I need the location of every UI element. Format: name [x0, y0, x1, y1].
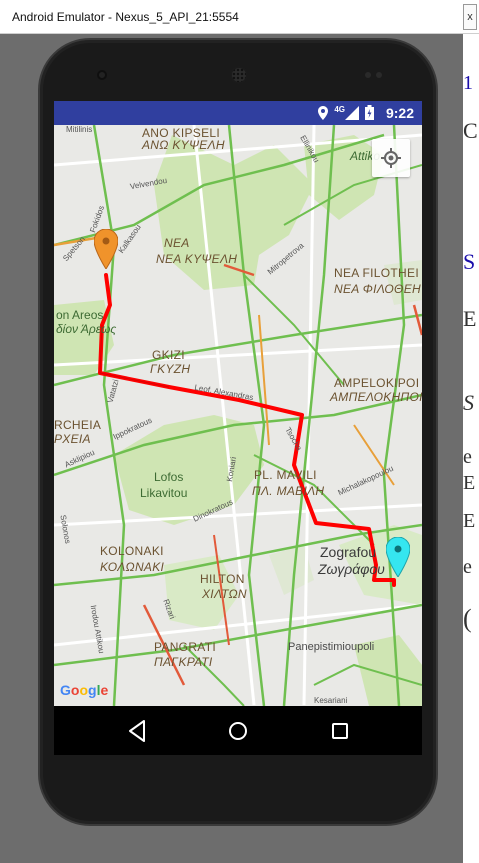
map-label: PANGRATI — [154, 640, 216, 654]
emulator-title-bar: Android Emulator - Nexus_5_API_21:5554 x — [0, 0, 479, 34]
strip-char: C — [463, 118, 478, 143]
map-label: Likavitou — [140, 486, 188, 500]
map-label: ΑΝΩ ΚΥΨΕΛΗ — [142, 138, 225, 152]
clock: 9:22 — [385, 105, 414, 121]
map-label: Kesariani — [314, 696, 348, 705]
map-label: Panepistimioupoli — [288, 641, 375, 653]
strip-char: E — [463, 306, 477, 331]
map-label: Mitilinis — [66, 125, 93, 134]
map-label: GKIZI — [152, 348, 185, 362]
map-label: ΠΑΓΚΡΑΤΙ — [154, 655, 213, 669]
google-logo[interactable]: Google — [60, 682, 108, 698]
window-title: Android Emulator - Nexus_5_API_21:5554 — [12, 10, 239, 24]
map-label: PL. MAVILI — [254, 468, 317, 482]
map-view[interactable]: Mitilinis ANO KIPSELI ΑΝΩ ΚΥΨΕΛΗ Velvend… — [54, 125, 422, 706]
signal-icon — [345, 105, 359, 120]
map-label: δίον Άρεως — [56, 322, 117, 336]
home-button[interactable] — [225, 718, 251, 744]
device-screen[interactable]: 4G 9:22 Mitilinis ANO KIPSELI ΑΝΩ ΚΥΨΕΛΗ… — [54, 101, 422, 755]
back-button[interactable] — [124, 718, 150, 744]
map-label: HILTON — [200, 572, 245, 586]
strip-char: e — [463, 556, 472, 578]
status-icons: 4G — [318, 105, 374, 120]
map-label: Zografou — [320, 544, 377, 560]
location-icon — [318, 105, 329, 120]
map-label: Lofos — [154, 470, 184, 484]
map-label: ΚΟΛΩΝΑΚΙ — [100, 560, 165, 574]
strip-char: E — [463, 472, 476, 494]
recents-button[interactable] — [327, 718, 353, 744]
navigation-bar — [54, 706, 422, 755]
map-label: ΠΛ. ΜΑΒΙΛΗ — [252, 484, 325, 498]
map-canvas — [54, 125, 422, 706]
background-window-strip: 1 C S E S e E E e ( — [463, 34, 479, 863]
my-location-button[interactable] — [372, 139, 410, 177]
network-type: 4G — [334, 105, 345, 114]
park-area-nea-kipseli — [154, 135, 314, 290]
strip-char: S — [463, 390, 474, 415]
map-label: RCHEIA — [54, 418, 102, 432]
map-label: ΓΚΥΖΗ — [150, 362, 191, 376]
proximity-sensor — [365, 72, 371, 78]
strip-char: ( — [463, 604, 472, 633]
strip-char: 1 — [463, 72, 473, 94]
close-button[interactable]: x — [463, 4, 477, 30]
earpiece-speaker — [230, 66, 248, 84]
map-label: ΝΕΑ ΚΥΨΕΛΗ — [156, 252, 238, 266]
strip-char: e — [463, 446, 472, 468]
strip-char: E — [463, 510, 476, 532]
front-camera — [97, 70, 107, 80]
status-bar: 4G 9:22 — [54, 101, 422, 125]
destination-marker[interactable] — [386, 537, 410, 577]
origin-marker[interactable] — [94, 229, 118, 269]
map-label: KOLONAKI — [100, 544, 164, 558]
map-label: ΝΕΑ ΦΙΛΟΘΕΗ — [334, 282, 421, 296]
map-label: ΡΧΕΙΑ — [54, 432, 91, 446]
map-label: NEA FILOTHEI — [334, 266, 419, 280]
map-label: on Areos — [56, 308, 104, 322]
crosshair-icon — [381, 148, 401, 168]
map-label: ΑΜΠΕΛΟΚΗΠΟΙ — [330, 390, 422, 404]
map-label: Ζωγράφου — [318, 561, 385, 577]
light-sensor — [376, 72, 382, 78]
strip-char: S — [463, 249, 476, 274]
map-label: NEA — [164, 236, 190, 250]
battery-icon — [365, 105, 374, 120]
map-label: ΧΙΛΤΩΝ — [202, 587, 247, 601]
map-label: AMPELOKIPOI — [334, 376, 420, 390]
